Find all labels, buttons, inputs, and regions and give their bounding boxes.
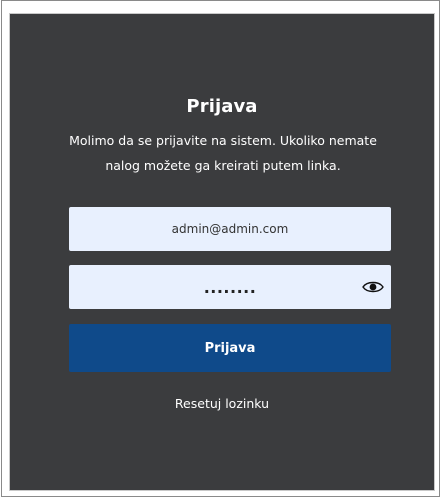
login-title: Prijava — [186, 96, 258, 117]
login-frame: Prijava Molimo da se prijavite na sistem… — [1, 0, 440, 497]
email-input[interactable] — [69, 207, 391, 251]
login-subtitle: Molimo da se prijavite na sistem. Ukolik… — [69, 133, 377, 173]
password-input[interactable] — [69, 265, 391, 309]
reset-password-link[interactable]: Resetuj lozinku — [10, 396, 434, 411]
login-button[interactable]: Prijava — [69, 324, 391, 372]
login-panel: Prijava Molimo da se prijavite na sistem… — [9, 13, 435, 491]
eye-icon[interactable] — [360, 277, 386, 297]
password-field — [69, 265, 391, 309]
